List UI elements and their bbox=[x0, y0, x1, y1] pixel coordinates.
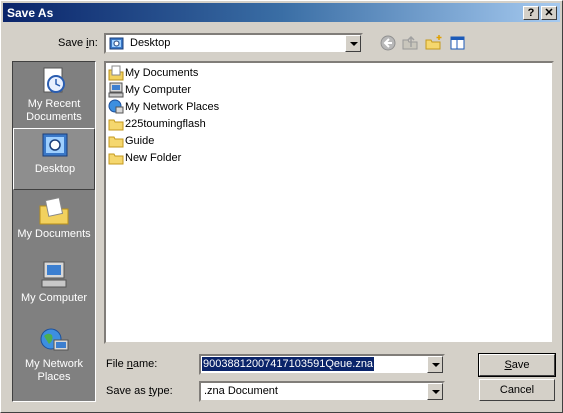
up-folder-icon[interactable] bbox=[401, 34, 419, 52]
place-my-computer[interactable]: My Computer bbox=[13, 258, 95, 320]
file-name-field[interactable]: 90038812007417103591Qeue.zna bbox=[199, 354, 445, 375]
save-as-type-label: Save as type: bbox=[106, 385, 173, 397]
save-in-label-pre: Save bbox=[58, 37, 87, 49]
place-label-network-l2: Places bbox=[37, 371, 71, 383]
title-bar[interactable]: Save As ? ✕ bbox=[3, 3, 560, 22]
desktop-icon bbox=[42, 133, 68, 157]
place-label-documents: My Documents bbox=[17, 228, 91, 240]
cancel-button[interactable]: Cancel bbox=[479, 379, 555, 401]
file-name-label-post: ame: bbox=[132, 358, 158, 370]
save-in-value: Desktop bbox=[130, 37, 171, 49]
place-label-network-l1: My Network bbox=[24, 358, 84, 370]
save-in-dropdown[interactable]: Desktop bbox=[104, 33, 363, 54]
file-name-text: My Documents bbox=[125, 67, 199, 79]
save-in-label-post: n: bbox=[88, 37, 98, 49]
place-label-recent-l1: My Recent bbox=[27, 98, 81, 110]
save-as-type-label-pre: Save as bbox=[106, 385, 149, 397]
save-as-type-value: .zna Document bbox=[204, 385, 278, 397]
window-title: Save As bbox=[7, 6, 54, 20]
save-button-key: S bbox=[504, 359, 512, 371]
my-computer-icon bbox=[108, 82, 124, 98]
recent-documents-icon bbox=[43, 67, 65, 93]
folder-icon bbox=[108, 136, 124, 148]
place-label-recent: My Recent Documents bbox=[13, 98, 95, 124]
place-my-network[interactable]: My Network Places bbox=[13, 324, 95, 386]
place-label-desktop: Desktop bbox=[34, 163, 76, 175]
folder-icon bbox=[108, 153, 124, 165]
help-button[interactable]: ? bbox=[523, 6, 539, 20]
chevron-down-icon[interactable] bbox=[427, 356, 443, 373]
file-name-text: 225toumingflash bbox=[125, 118, 206, 130]
file-name-text: My Computer bbox=[125, 84, 192, 96]
save-as-type-dropdown[interactable]: .zna Document bbox=[199, 381, 445, 402]
save-button-rest: ave bbox=[511, 359, 530, 371]
my-documents-icon bbox=[39, 197, 69, 225]
file-name-label: File name: bbox=[106, 358, 157, 370]
my-network-icon bbox=[40, 328, 69, 351]
save-as-type-label-post: ype: bbox=[151, 385, 173, 397]
file-name-text: My Network Places bbox=[125, 101, 220, 113]
place-label-computer: My Computer bbox=[20, 292, 88, 304]
back-icon[interactable] bbox=[379, 34, 397, 52]
chevron-down-icon[interactable] bbox=[345, 35, 361, 52]
save-as-dialog: Save As ? ✕ Save in: Desktop My Recent D… bbox=[0, 0, 563, 413]
chevron-down-icon[interactable] bbox=[427, 383, 443, 400]
new-folder-icon[interactable] bbox=[424, 34, 442, 52]
places-bar: My RecentDocuments Desktop My Documents bbox=[12, 61, 96, 402]
folder-icon bbox=[108, 119, 124, 131]
my-computer-icon bbox=[41, 261, 67, 288]
place-desktop[interactable]: Desktop bbox=[13, 128, 95, 190]
place-label-recent-l2: Documents bbox=[26, 111, 82, 123]
file-name-text: Guide bbox=[125, 135, 155, 147]
my-network-icon bbox=[108, 99, 124, 114]
place-label-network: My Network Places bbox=[13, 358, 95, 384]
desktop-icon bbox=[109, 37, 124, 50]
save-in-label: Save in: bbox=[58, 37, 98, 49]
place-my-documents[interactable]: My Documents bbox=[13, 194, 95, 256]
close-button[interactable]: ✕ bbox=[541, 6, 557, 20]
my-documents-icon bbox=[108, 65, 124, 81]
file-name-label-pre: File bbox=[106, 358, 127, 370]
file-name-text: New Folder bbox=[125, 152, 182, 164]
file-name-input[interactable]: 90038812007417103591Qeue.zna bbox=[202, 357, 375, 371]
view-menu-icon[interactable] bbox=[449, 34, 467, 52]
file-list[interactable]: My Documents My Computer My Network Plac… bbox=[104, 61, 554, 344]
place-recent-documents[interactable]: My Recent Documents bbox=[13, 64, 95, 126]
save-button[interactable]: Save bbox=[478, 353, 556, 377]
